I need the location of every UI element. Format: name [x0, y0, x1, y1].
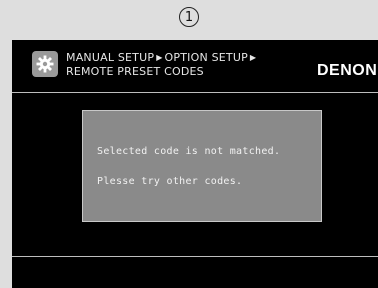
gear-icon	[32, 51, 58, 77]
breadcrumb-line-1: MANUAL SETUP ▶ OPTION SETUP ▶	[66, 51, 258, 65]
message-line-1: Selected code is not matched.	[97, 146, 281, 157]
arrow-right-icon: ▶	[156, 53, 163, 62]
screen-header: MANUAL SETUP ▶ OPTION SETUP ▶ REMOTE PRESET…	[12, 40, 378, 91]
brand-logo: DENON	[317, 62, 378, 79]
arrow-right-icon: ▶	[249, 53, 257, 62]
breadcrumb: MANUAL SETUP ▶ OPTION SETUP ▶ REMOTE PRESET…	[66, 51, 258, 78]
footer-divider	[12, 256, 378, 257]
breadcrumb-item-remote-preset-codes: REMOTE PRESET CODES	[66, 65, 204, 78]
osd-screen: MANUAL SETUP ▶ OPTION SETUP ▶ REMOTE PRESET…	[12, 40, 378, 288]
breadcrumb-item-option-setup: OPTION SETUP	[164, 51, 248, 64]
step-marker: 1	[0, 0, 378, 34]
breadcrumb-item-manual-setup: MANUAL SETUP	[66, 51, 155, 64]
message-line-2: Plesse try other codes.	[97, 176, 243, 187]
header-divider	[12, 92, 378, 93]
message-dialog: Selected code is not matched. Plesse try…	[82, 110, 322, 222]
step-number-badge: 1	[179, 7, 199, 27]
